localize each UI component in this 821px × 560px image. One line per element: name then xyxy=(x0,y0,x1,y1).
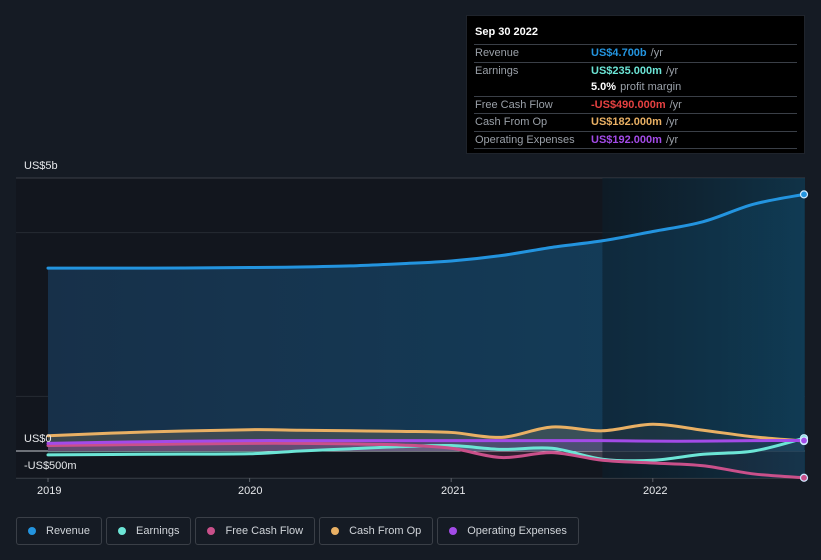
legend-label: Revenue xyxy=(46,525,91,537)
free-cash-flow-end-point xyxy=(799,473,809,482)
tooltip-value: US$4.700b xyxy=(591,47,647,60)
revenue-dot-icon xyxy=(28,527,36,535)
legend-item-revenue[interactable]: Revenue xyxy=(16,517,103,545)
cash-from-op-dot-icon xyxy=(331,527,340,535)
tooltip-value: US$182.000m xyxy=(591,116,662,129)
tooltip-value: -US$490.000m xyxy=(591,98,666,111)
tooltip-unit: /yr xyxy=(665,133,679,146)
tooltip-row-free-cash-flow: Free Cash Flow -US$490.000m /yr xyxy=(474,97,797,114)
legend-item-earnings[interactable]: Earnings xyxy=(106,517,192,545)
tooltip-value: 5.0% xyxy=(591,81,617,94)
tooltip-label: Revenue xyxy=(475,47,520,60)
x-tick-label-2021: 2021 xyxy=(441,485,466,497)
tooltip-date: Sep 30 2022 xyxy=(474,24,797,45)
tooltip-label: Cash From Op xyxy=(475,116,548,129)
tooltip-unit: /yr xyxy=(650,47,663,60)
tooltip-value: US$192.000m xyxy=(591,133,662,146)
tooltip-row-earnings: Earnings US$235.000m /yr xyxy=(474,63,797,80)
data-tooltip: Sep 30 2022 Revenue US$4.700b /yr Earnin… xyxy=(466,15,805,154)
x-tick-label-2020: 2020 xyxy=(238,485,263,497)
revenue-end-point xyxy=(799,190,809,199)
legend-label: Operating Expenses xyxy=(467,525,567,537)
legend-item-operating-expenses[interactable]: Operating Expenses xyxy=(437,517,579,545)
tooltip-unit: /yr xyxy=(669,98,682,111)
operating-expenses-end-point xyxy=(799,436,809,445)
earnings-dot-icon xyxy=(118,527,127,535)
legend-label: Free Cash Flow xyxy=(225,525,304,537)
legend-item-cash-from-op[interactable]: Cash From Op xyxy=(319,517,434,545)
x-tick-label-2019: 2019 xyxy=(37,485,62,497)
chart-legend: Revenue Earnings Free Cash Flow Cash Fro… xyxy=(16,517,579,545)
tooltip-row-cash-from-op: Cash From Op US$182.000m /yr xyxy=(474,114,797,132)
tooltip-row-profit-margin: 5.0% profit margin xyxy=(474,79,797,97)
operating-expenses-dot-icon xyxy=(449,527,458,535)
tooltip-unit: /yr xyxy=(665,64,679,77)
tooltip-row-revenue: Revenue US$4.700b /yr xyxy=(474,45,797,63)
tooltip-unit: /yr xyxy=(665,116,679,129)
tooltip-label: Free Cash Flow xyxy=(475,98,553,111)
tooltip-label: Earnings xyxy=(475,64,519,77)
legend-label: Earnings xyxy=(136,525,180,537)
legend-label: Cash From Op xyxy=(349,525,422,537)
free-cash-flow-dot-icon xyxy=(207,527,216,535)
tooltip-label: Operating Expenses xyxy=(475,133,575,146)
tooltip-value: US$235.000m xyxy=(591,64,662,77)
tooltip-row-operating-expenses: Operating Expenses US$192.000m /yr xyxy=(474,132,797,149)
y-tick-label-top: US$5b xyxy=(24,160,58,172)
tooltip-unit: profit margin xyxy=(620,81,682,94)
y-tick-label-zero: US$0 xyxy=(24,433,52,445)
y-tick-label-bottom: -US$500m xyxy=(24,460,77,472)
legend-item-free-cash-flow[interactable]: Free Cash Flow xyxy=(195,517,316,545)
x-tick-label-2022: 2022 xyxy=(643,485,668,497)
